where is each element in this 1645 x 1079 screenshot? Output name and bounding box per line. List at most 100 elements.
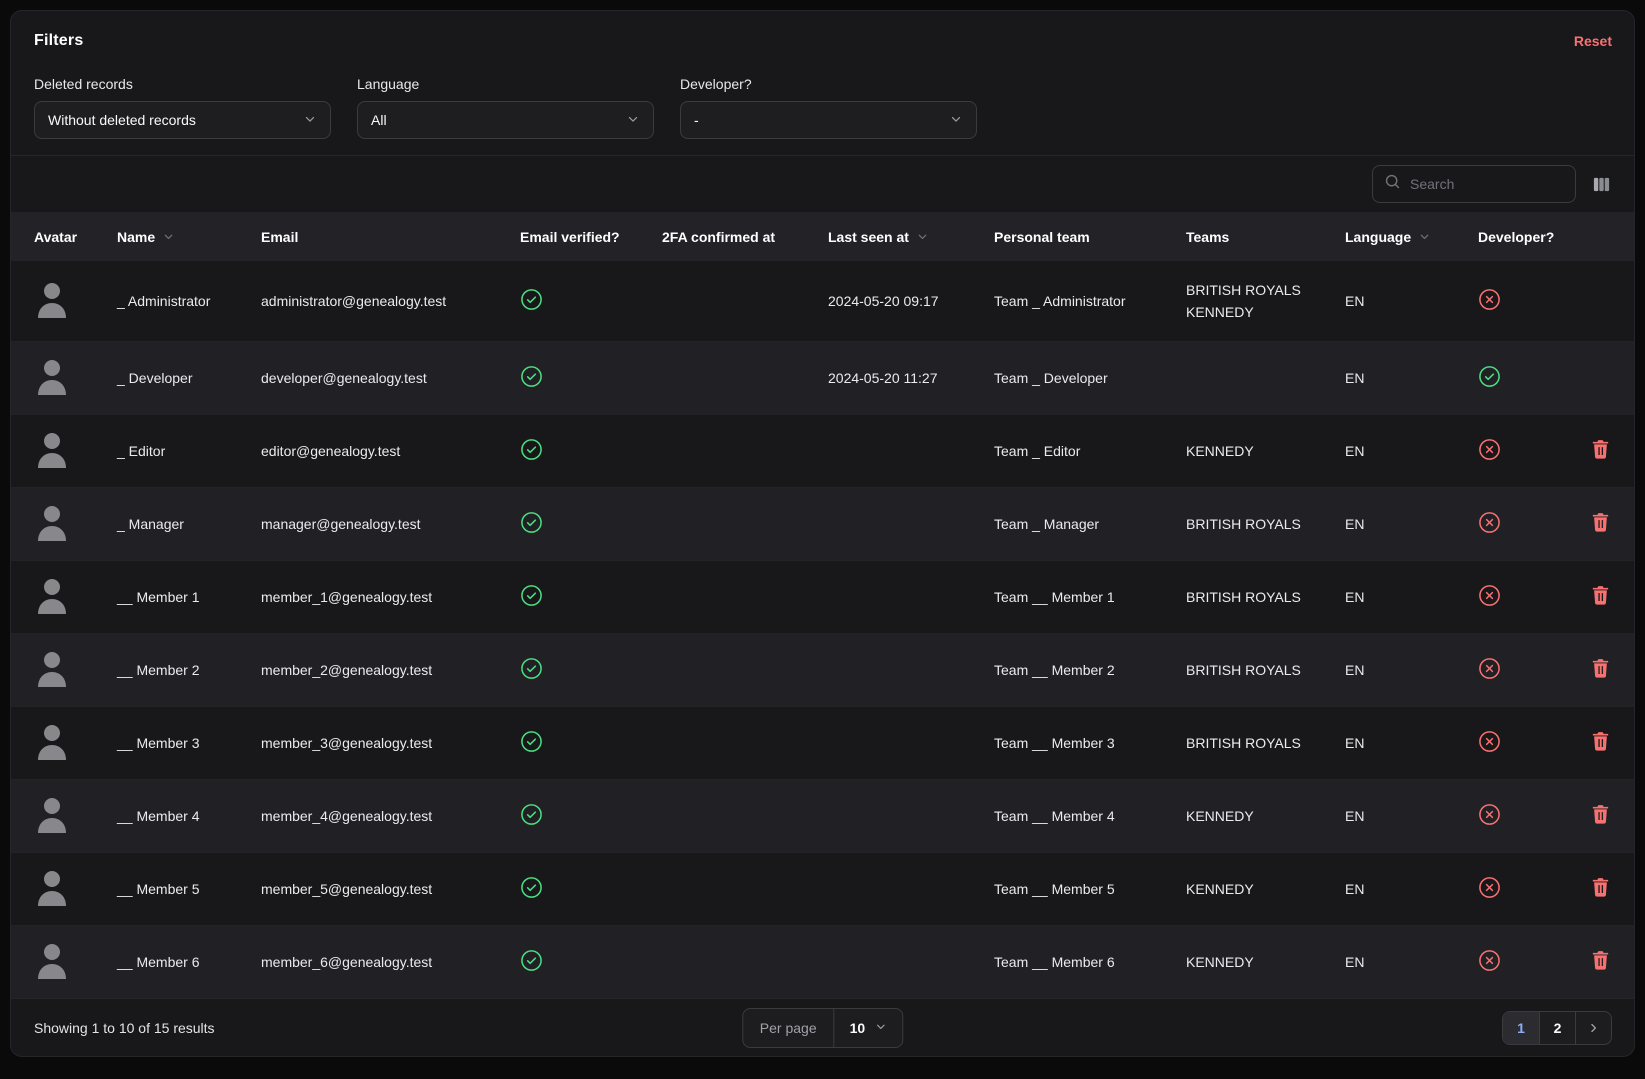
column-header-avatar: Avatar: [11, 212, 105, 261]
cell-name: _ Developer: [105, 341, 249, 414]
check-circle-icon: [520, 803, 543, 826]
table-row: __ Member 6member_6@genealogy.testTeam _…: [11, 925, 1634, 998]
x-circle-icon: [1478, 949, 1501, 972]
delete-row-button[interactable]: [1592, 878, 1609, 900]
column-header-language[interactable]: Language: [1333, 212, 1466, 261]
table-body: _ Administratoradministrator@genealogy.t…: [11, 261, 1634, 998]
x-circle-icon: [1478, 803, 1501, 826]
x-circle-icon: [1478, 730, 1501, 753]
per-page-select[interactable]: Per page 10: [742, 1008, 903, 1048]
cell-avatar: [11, 925, 105, 998]
trash-icon: [1592, 805, 1609, 824]
cell-actions: [1566, 560, 1634, 633]
pagination-page-2[interactable]: 2: [1539, 1012, 1575, 1044]
column-label: Developer?: [1478, 229, 1554, 245]
search-field[interactable]: [1372, 165, 1576, 203]
cell-name: __ Member 2: [105, 633, 249, 706]
team-name: BRITISH ROYALS: [1186, 513, 1321, 535]
column-header-2fa-confirmed-at: 2FA confirmed at: [650, 212, 816, 261]
cell-actions: [1566, 261, 1634, 341]
cell-email-verified: [508, 261, 650, 341]
cell-email-verified: [508, 633, 650, 706]
cell-language: EN: [1333, 261, 1466, 341]
cell-email: member_1@genealogy.test: [249, 560, 508, 633]
column-header-last-seen-at[interactable]: Last seen at: [816, 212, 982, 261]
cell-email-verified: [508, 925, 650, 998]
cell-developer: [1466, 560, 1566, 633]
cell-personal-team: Team _ Manager: [982, 487, 1174, 560]
delete-row-button[interactable]: [1592, 805, 1609, 827]
delete-row-button[interactable]: [1592, 513, 1609, 535]
cell-email: editor@genealogy.test: [249, 414, 508, 487]
cell-avatar: [11, 487, 105, 560]
language-select[interactable]: All: [357, 101, 654, 139]
pagination-next-button[interactable]: [1575, 1012, 1611, 1044]
check-circle-icon: [520, 730, 543, 753]
cell-teams: BRITISH ROYALSKENNEDY: [1174, 261, 1333, 341]
column-label: Teams: [1186, 229, 1229, 245]
cell-email: member_5@genealogy.test: [249, 852, 508, 925]
deleted-records-select[interactable]: Without deleted records: [34, 101, 331, 139]
cell-last-seen-at: [816, 560, 982, 633]
cell-name: __ Member 3: [105, 706, 249, 779]
cell-2fa-confirmed-at: [650, 925, 816, 998]
column-header-name[interactable]: Name: [105, 212, 249, 261]
sort-chevron-icon: [1418, 230, 1431, 243]
cell-personal-team: Team _ Developer: [982, 341, 1174, 414]
delete-row-button[interactable]: [1592, 732, 1609, 754]
table-row: __ Member 3member_3@genealogy.testTeam _…: [11, 706, 1634, 779]
cell-developer: [1466, 925, 1566, 998]
user-avatar-icon: [34, 278, 70, 320]
cell-personal-team: Team _ Administrator: [982, 261, 1174, 341]
cell-last-seen-at: [816, 487, 982, 560]
trash-icon: [1592, 659, 1609, 678]
x-circle-icon: [1478, 657, 1501, 680]
cell-name: _ Administrator: [105, 261, 249, 341]
table-row: _ Editoreditor@genealogy.testTeam _ Edit…: [11, 414, 1634, 487]
delete-row-button[interactable]: [1592, 951, 1609, 973]
cell-email-verified: [508, 560, 650, 633]
column-label: Language: [1345, 229, 1411, 245]
developer-select[interactable]: -: [680, 101, 977, 139]
cell-teams: [1174, 341, 1333, 414]
delete-row-button[interactable]: [1592, 440, 1609, 462]
column-header-teams: Teams: [1174, 212, 1333, 261]
table-row: __ Member 2member_2@genealogy.testTeam _…: [11, 633, 1634, 706]
chevron-right-icon: [1587, 1021, 1601, 1035]
cell-teams: BRITISH ROYALS: [1174, 487, 1333, 560]
trash-icon: [1592, 878, 1609, 897]
cell-email: administrator@genealogy.test: [249, 261, 508, 341]
cell-actions: [1566, 414, 1634, 487]
cell-developer: [1466, 706, 1566, 779]
check-circle-icon: [520, 511, 543, 534]
cell-email-verified: [508, 852, 650, 925]
team-name: KENNEDY: [1186, 440, 1321, 462]
cell-personal-team: Team __ Member 5: [982, 852, 1174, 925]
table-header-row: AvatarNameEmailEmail verified?2FA confir…: [11, 212, 1634, 261]
chevron-down-icon: [626, 112, 640, 129]
trash-icon: [1592, 951, 1609, 970]
reset-filters-button[interactable]: Reset: [1574, 33, 1612, 49]
filter-language: Language All: [357, 76, 654, 139]
view-columns-icon: [1592, 175, 1611, 194]
column-label: Email verified?: [520, 229, 620, 245]
team-name: BRITISH ROYALS: [1186, 659, 1321, 681]
cell-actions: [1566, 341, 1634, 414]
cell-language: EN: [1333, 852, 1466, 925]
cell-name: __ Member 1: [105, 560, 249, 633]
cell-email-verified: [508, 487, 650, 560]
cell-language: EN: [1333, 560, 1466, 633]
cell-language: EN: [1333, 633, 1466, 706]
filter-label: Deleted records: [34, 76, 331, 92]
check-circle-icon: [520, 288, 543, 311]
cell-personal-team: Team __ Member 4: [982, 779, 1174, 852]
pagination-page-1[interactable]: 1: [1503, 1012, 1539, 1044]
per-page-value: 10: [850, 1020, 866, 1036]
delete-row-button[interactable]: [1592, 586, 1609, 608]
pagination: 1 2: [1502, 1011, 1612, 1045]
search-input[interactable]: [1410, 176, 1564, 192]
table-row: __ Member 4member_4@genealogy.testTeam _…: [11, 779, 1634, 852]
toggle-columns-button[interactable]: [1592, 175, 1611, 194]
delete-row-button[interactable]: [1592, 659, 1609, 681]
cell-developer: [1466, 633, 1566, 706]
